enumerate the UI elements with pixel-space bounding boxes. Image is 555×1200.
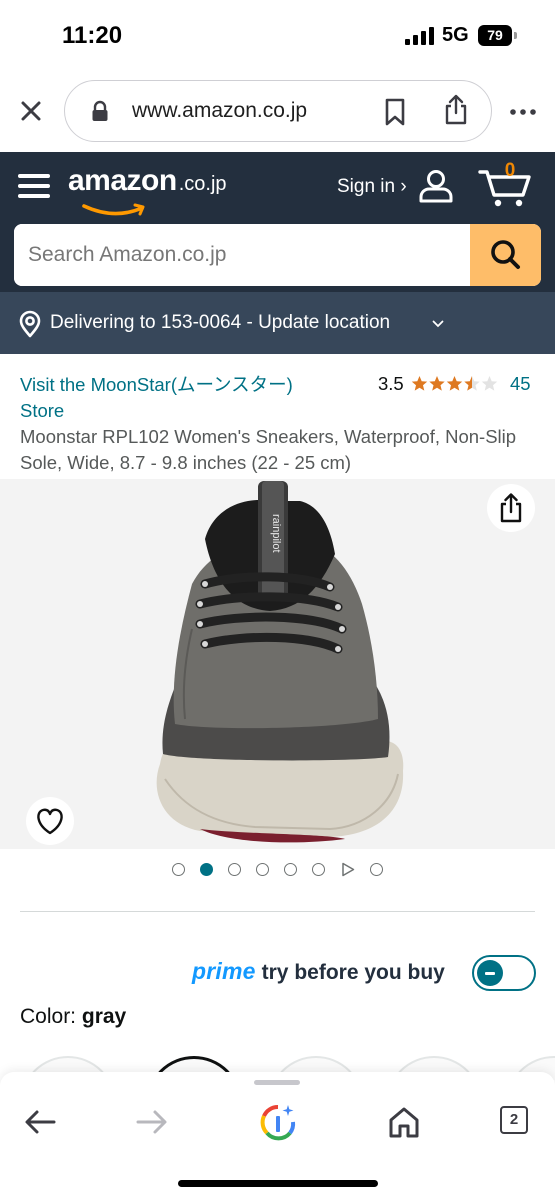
product-image-gallery[interactable]: rainpilot (0, 479, 555, 849)
status-time: 11:20 (62, 22, 123, 49)
logo-text: amazon (68, 164, 177, 197)
location-pin-icon (19, 310, 41, 338)
search-input[interactable] (14, 224, 470, 286)
color-selector-label: Color: gray (20, 1005, 126, 1029)
home-indicator (178, 1180, 378, 1187)
hamburger-menu-icon[interactable] (18, 172, 50, 200)
lock-icon (92, 100, 108, 121)
carousel-dot[interactable] (256, 863, 269, 876)
carousel-dot[interactable] (172, 863, 185, 876)
carousel-dot[interactable] (228, 863, 241, 876)
product-title: Moonstar RPL102 Women's Sneakers, Waterp… (20, 426, 517, 473)
delivery-location-bar[interactable]: Delivering to 153-0064 - Update location (0, 292, 555, 354)
carousel-indicator[interactable] (170, 861, 390, 879)
amazon-logo[interactable]: amazon .co.jp (68, 164, 227, 216)
video-play-icon[interactable] (341, 862, 355, 877)
amazon-header: amazon .co.jp Sign in › 0 (0, 152, 555, 292)
sign-in-link[interactable]: Sign in › (337, 176, 407, 198)
star-rating-icon (411, 376, 498, 391)
store-link[interactable]: Visit the MoonStar(ムーンスター) Store (20, 372, 340, 424)
chevron-down-icon (432, 320, 444, 328)
google-lens-icon[interactable] (258, 1102, 298, 1142)
search-icon (491, 240, 520, 269)
shoe-brand-text: rainpilot (270, 514, 282, 553)
status-bar: 11:20 5G 79 (0, 0, 555, 72)
url-field[interactable]: www.amazon.co.jp (64, 80, 492, 142)
delivery-text: Delivering to 153-0064 - Update location (50, 312, 391, 333)
bookmark-icon[interactable] (383, 98, 407, 126)
color-label: Color: (20, 1005, 77, 1028)
more-icon[interactable] (508, 102, 538, 122)
logo-tld: .co.jp (178, 173, 227, 195)
carousel-dot[interactable] (284, 863, 297, 876)
back-arrow-icon[interactable] (20, 1102, 60, 1142)
prime-toggle[interactable] (472, 955, 536, 991)
url-text: www.amazon.co.jp (132, 99, 308, 122)
carousel-dot-active[interactable] (200, 863, 213, 876)
product-image[interactable]: rainpilot (0, 479, 555, 849)
color-value: gray (81, 1005, 127, 1028)
home-icon[interactable] (384, 1102, 424, 1142)
search-box (14, 224, 541, 286)
browser-url-bar: www.amazon.co.jp (0, 72, 555, 152)
network-type: 5G (442, 24, 469, 46)
wishlist-button[interactable] (26, 797, 74, 845)
carousel-dot[interactable] (312, 863, 325, 876)
prime-logo: prime (192, 958, 256, 984)
battery-icon: 79 (478, 25, 517, 46)
smile-icon (82, 203, 145, 216)
heart-icon (37, 808, 63, 835)
share-button[interactable] (487, 484, 535, 532)
tabs-icon[interactable]: 2 (500, 1106, 528, 1134)
prime-label: try before you buy (261, 961, 445, 984)
signal-icon (405, 27, 435, 45)
cart-count: 0 (504, 160, 516, 181)
close-icon[interactable] (14, 94, 48, 128)
user-icon[interactable] (418, 168, 454, 204)
share-icon[interactable] (443, 94, 469, 126)
sheet-grabber[interactable] (254, 1080, 300, 1085)
rating-value: 3.5 (378, 373, 404, 394)
prime-try-before-you-buy: prime try before you buy (192, 958, 445, 990)
section-divider (20, 911, 535, 912)
carousel-dot[interactable] (370, 863, 383, 876)
toggle-knob (477, 960, 503, 986)
forward-arrow-icon[interactable] (132, 1102, 172, 1142)
share-icon (500, 493, 522, 523)
search-button[interactable] (470, 224, 541, 286)
rating-count: 45 (510, 373, 531, 394)
